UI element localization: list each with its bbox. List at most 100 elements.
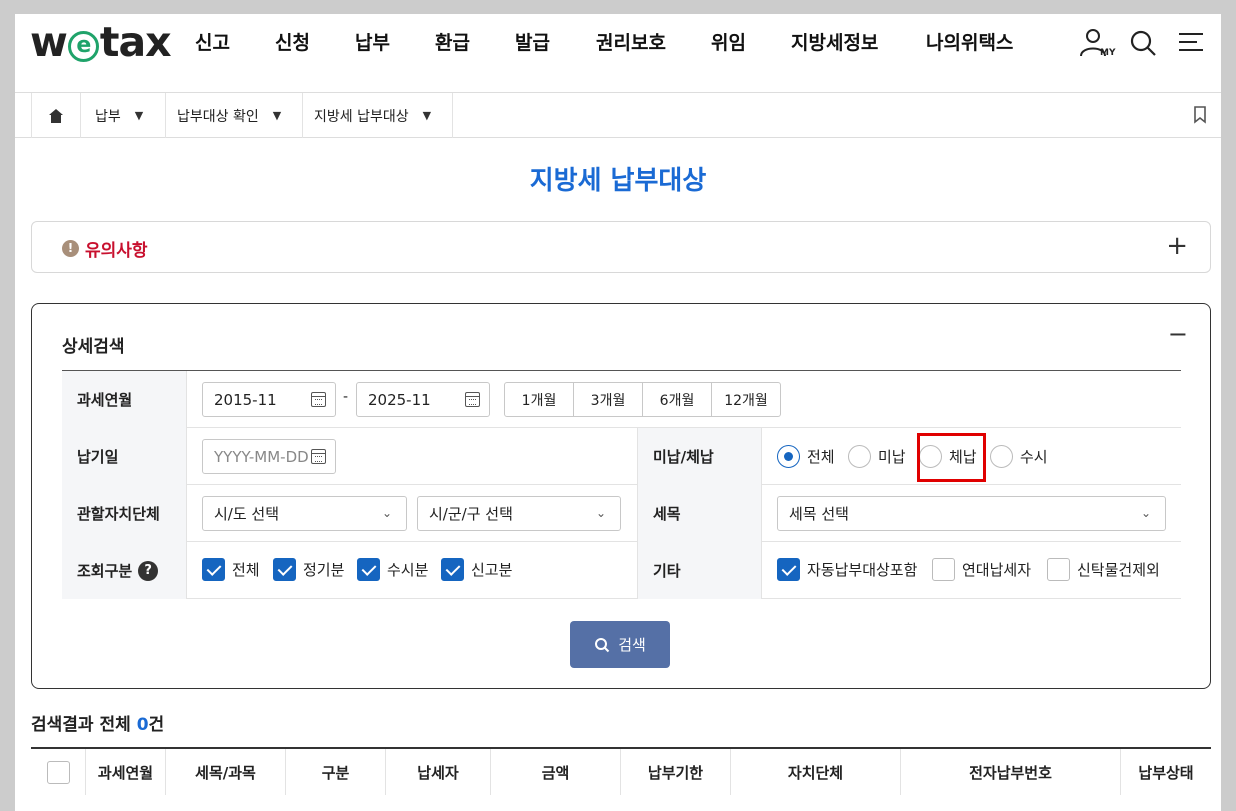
- home-icon: [49, 108, 63, 123]
- select-all-checkbox[interactable]: [46, 760, 70, 784]
- chevron-down-icon: ⌄: [1140, 506, 1151, 520]
- checkbox-reported[interactable]: 신고분: [441, 558, 512, 581]
- breadcrumb-item-check-target[interactable]: 납부대상 확인 ▼: [166, 93, 303, 138]
- home-button[interactable]: [31, 93, 81, 138]
- label-query-type: 조회구분 ?: [62, 542, 187, 599]
- sido-select-value: 시/도 선택: [214, 505, 280, 523]
- period-3m-button[interactable]: 3개월: [573, 382, 643, 417]
- nav-item-refund[interactable]: 환급: [435, 28, 495, 55]
- checkbox-joint-taxpayer[interactable]: 연대납세자: [932, 558, 1031, 581]
- checkbox-label: 연대납세자: [962, 561, 1032, 579]
- checkbox-regular[interactable]: 정기분: [273, 558, 344, 581]
- breadcrumb-label: 지방세 납부대상: [314, 108, 409, 125]
- radio-label: 전체: [807, 448, 835, 466]
- radio-all[interactable]: 전체: [777, 445, 835, 468]
- label-due-date: 납기일: [62, 428, 187, 485]
- my-user-icon[interactable]: MY: [1075, 24, 1115, 64]
- label-tax-item: 세목: [637, 485, 762, 542]
- page: w e tax 신고 신청 납부 환급 발급 권리보호 위임 지방세정보 나의위택스…: [15, 14, 1221, 811]
- tax-month-to-input[interactable]: 2025-11: [356, 382, 490, 417]
- logo-text-tax: tax: [99, 18, 172, 66]
- label-tax-month: 과세연월: [62, 371, 187, 428]
- calendar-icon[interactable]: [311, 449, 326, 464]
- calendar-icon[interactable]: [465, 392, 480, 407]
- chevron-down-icon: ⌄: [381, 506, 392, 520]
- column-header[interactable]: 과세연월: [86, 749, 166, 795]
- nav-item-my-wetax[interactable]: 나의위택스: [926, 28, 1036, 55]
- row-due-date: 납기일 YYYY-MM-DD 미납/체납 전체 미납 체납 수시: [62, 428, 1181, 485]
- radio-dot: [777, 445, 800, 468]
- nav-item-delegate[interactable]: 위임: [711, 28, 771, 55]
- nav-item-apply[interactable]: 신청: [275, 28, 335, 55]
- checkbox-label: 신고분: [471, 561, 513, 579]
- checkbox-box: [932, 558, 955, 581]
- calendar-icon[interactable]: [311, 392, 326, 407]
- breadcrumb-item-payment[interactable]: 납부 ▼: [81, 93, 166, 138]
- radio-label: 수시: [1020, 448, 1048, 466]
- checkbox-label: 정기분: [303, 561, 345, 579]
- row-tax-month: 과세연월 2015-11 - 2025-11 1개월 3개월 6개월 12개월: [62, 371, 1181, 428]
- logo-e-circle: e: [67, 31, 99, 62]
- label-arrears: 미납/체납: [637, 428, 762, 485]
- breadcrumb-item-local-tax-target[interactable]: 지방세 납부대상 ▼: [303, 93, 453, 138]
- column-header[interactable]: 납부상태: [1121, 749, 1211, 795]
- checkbox-auto-payment[interactable]: 자동납부대상포함: [777, 558, 917, 581]
- checkbox-label: 신탁물건제외: [1077, 561, 1160, 579]
- date-separator: -: [343, 389, 349, 405]
- search-icon[interactable]: [1123, 24, 1163, 64]
- result-summary: 검색결과 전체 0건: [31, 710, 164, 735]
- column-header[interactable]: 전자납부번호: [901, 749, 1121, 795]
- page-title: 지방세 납부대상: [529, 166, 707, 196]
- caret-down-icon: ▼: [272, 109, 282, 122]
- column-header[interactable]: 납부기한: [621, 749, 731, 795]
- nav-item-issue[interactable]: 발급: [515, 28, 575, 55]
- checkbox-occasional[interactable]: 수시분: [357, 558, 428, 581]
- period-6m-button[interactable]: 6개월: [642, 382, 712, 417]
- nav-item-report[interactable]: 신고: [195, 28, 255, 55]
- help-icon[interactable]: ?: [138, 560, 159, 581]
- search-form-table: 과세연월 2015-11 - 2025-11 1개월 3개월 6개월 12개월 …: [62, 370, 1181, 599]
- radio-occasional[interactable]: 수시: [990, 445, 1048, 468]
- hamburger-menu-icon[interactable]: [1171, 24, 1211, 64]
- search-button-label: 검색: [618, 636, 646, 654]
- nav-item-local-tax-info[interactable]: 지방세정보: [791, 28, 901, 55]
- result-count: 0: [136, 715, 149, 735]
- radio-label: 미납: [878, 448, 906, 466]
- bookmark-icon[interactable]: [1193, 106, 1207, 128]
- sigungu-select[interactable]: 시/군/구 선택 ⌄: [417, 496, 621, 531]
- nav-item-rights[interactable]: 권리보호: [596, 28, 696, 55]
- row-jurisdiction: 관할자치단체 시/도 선택 ⌄ 시/군/구 선택 ⌄ 세목 세목 선택 ⌄: [62, 485, 1181, 542]
- period-1m-button[interactable]: 1개월: [504, 382, 574, 417]
- radio-dot: [990, 445, 1013, 468]
- due-date-input[interactable]: YYYY-MM-DD: [202, 439, 336, 474]
- query-type-label-text: 조회구분: [77, 562, 133, 580]
- result-title-suffix: 건: [148, 715, 165, 735]
- notice-accordion[interactable]: ! 유의사항 +: [31, 221, 1211, 273]
- sido-select[interactable]: 시/도 선택 ⌄: [202, 496, 407, 531]
- row-query-type: 조회구분 ? 전체 정기분 수시분 신고분 기타 자동납부대상포함 연대납세자 …: [62, 542, 1181, 599]
- tax-item-select-value: 세목 선택: [789, 505, 849, 523]
- column-header[interactable]: 금액: [491, 749, 621, 795]
- checkbox-all[interactable]: 전체: [202, 558, 260, 581]
- due-date-placeholder: YYYY-MM-DD: [214, 447, 309, 466]
- column-header[interactable]: 자치단체: [731, 749, 901, 795]
- radio-unpaid[interactable]: 미납: [848, 445, 906, 468]
- logo-text-w: w: [30, 18, 68, 66]
- search-button[interactable]: 검색: [570, 621, 670, 668]
- tax-month-from-input[interactable]: 2015-11: [202, 382, 336, 417]
- tax-month-to-value: 2025-11: [368, 390, 431, 409]
- header-icons: MY: [1075, 24, 1219, 64]
- collapse-minus-icon[interactable]: −: [1168, 320, 1188, 348]
- breadcrumb-label: 납부대상 확인: [177, 108, 259, 125]
- tax-item-select[interactable]: 세목 선택 ⌄: [777, 496, 1166, 531]
- period-12m-button[interactable]: 12개월: [711, 382, 781, 417]
- detail-search-panel: 상세검색 − 과세연월 2015-11 - 2025-11 1개월 3개월 6개…: [31, 303, 1211, 689]
- column-header[interactable]: 납세자: [386, 749, 491, 795]
- wetax-logo[interactable]: w e tax: [30, 18, 172, 66]
- checkbox-trust-exclude[interactable]: 신탁물건제외: [1047, 558, 1160, 581]
- nav-item-payment[interactable]: 납부: [355, 28, 415, 55]
- expand-plus-icon[interactable]: +: [1166, 231, 1188, 261]
- column-header[interactable]: 세목/과목: [166, 749, 286, 795]
- column-header[interactable]: 구분: [286, 749, 386, 795]
- detail-search-title: 상세검색: [62, 337, 125, 357]
